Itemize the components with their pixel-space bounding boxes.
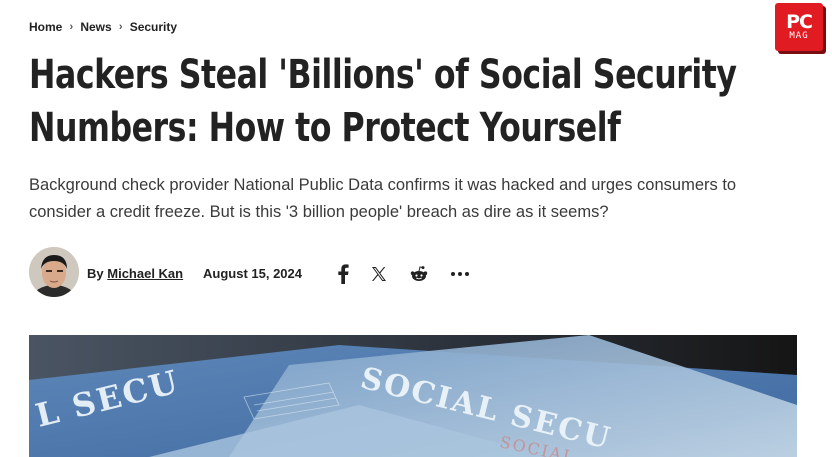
chevron-right-icon: › [69,21,74,33]
x-icon[interactable] [367,262,391,286]
pcmag-logo[interactable]: PC MAG [775,3,823,51]
chevron-right-icon: › [118,21,123,33]
reddit-icon[interactable] [407,262,431,286]
breadcrumb-home[interactable]: Home [29,20,62,34]
publish-date: August 15, 2024 [203,266,302,281]
more-icon[interactable] [448,262,472,286]
article-title: Hackers Steal 'Billions' of Social Secur… [29,52,737,151]
breadcrumb: Home › News › Security [29,20,177,34]
byline-prefix: By [87,266,104,281]
breadcrumb-news[interactable]: News [80,20,111,34]
hero-image: SOCIAL SECU L SECU SOCIAL [29,335,797,457]
author-photo [29,247,79,297]
facebook-icon[interactable] [331,262,355,286]
byline: By Michael Kan [87,266,183,281]
breadcrumb-security[interactable]: Security [130,20,177,34]
logo-line1: PC [786,11,813,33]
author-link[interactable]: Michael Kan [107,266,183,281]
social-security-cards-photo: SOCIAL SECU L SECU SOCIAL [29,335,797,457]
article-subtitle: Background check provider National Publi… [29,176,737,221]
logo-line2: MAG [789,31,809,41]
author-avatar[interactable] [29,247,79,297]
